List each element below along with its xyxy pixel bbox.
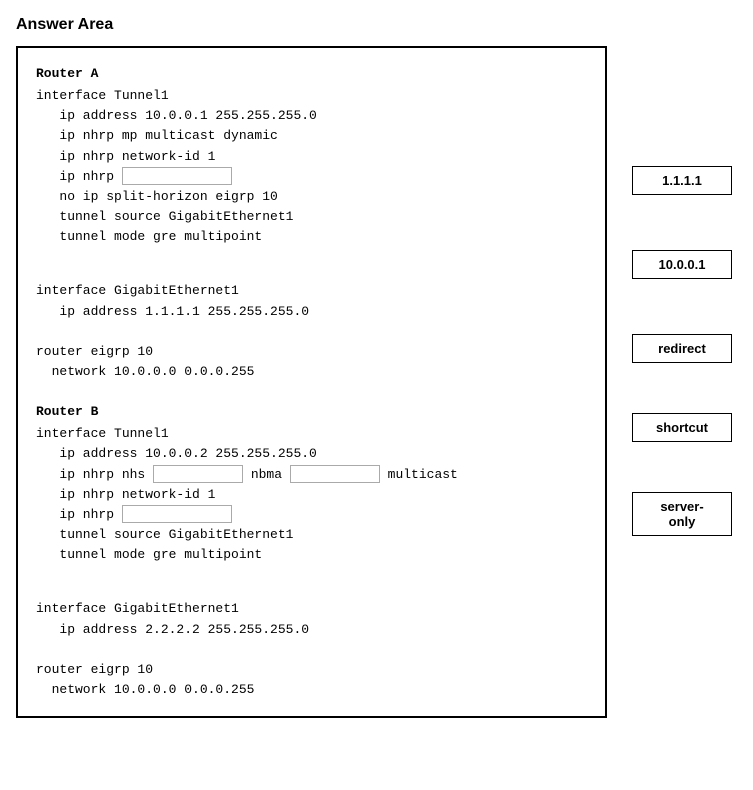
page-title: Answer Area	[16, 16, 737, 34]
router-b-nbma-label: nbma	[243, 467, 290, 482]
router-b-code-3: tunnel source GigabitEthernet1 tunnel mo…	[36, 527, 293, 562]
router-b-multicast-label: multicast	[380, 467, 458, 482]
router-b-label: Router B	[36, 402, 587, 422]
router-a-code-3: interface GigabitEthernet1 ip address 1.…	[36, 261, 587, 382]
option-1-1-1-1[interactable]: 1.1.1.1	[632, 166, 732, 195]
router-a-label: Router A	[36, 64, 587, 84]
router-b-nhrp-input[interactable]	[122, 505, 232, 523]
router-b-nhs-input[interactable]	[153, 465, 243, 483]
sidebar: 1.1.1.1 10.0.0.1 redirect shortcut serve…	[627, 46, 737, 536]
option-server-only[interactable]: server-only	[632, 492, 732, 536]
option-redirect[interactable]: redirect	[632, 334, 732, 363]
router-b-nbma-input[interactable]	[290, 465, 380, 483]
main-layout: Router A interface Tunnel1 ip address 10…	[16, 46, 737, 718]
answer-box: Router A interface Tunnel1 ip address 10…	[16, 46, 607, 718]
option-10-0-0-1[interactable]: 10.0.0.1	[632, 250, 732, 279]
option-shortcut[interactable]: shortcut	[632, 413, 732, 442]
router-a-nhrp-input[interactable]	[122, 167, 232, 185]
router-b-code-4: interface GigabitEthernet1 ip address 2.…	[36, 579, 587, 700]
router-a-code-2: no ip split-horizon eigrp 10 tunnel sour…	[36, 189, 293, 244]
